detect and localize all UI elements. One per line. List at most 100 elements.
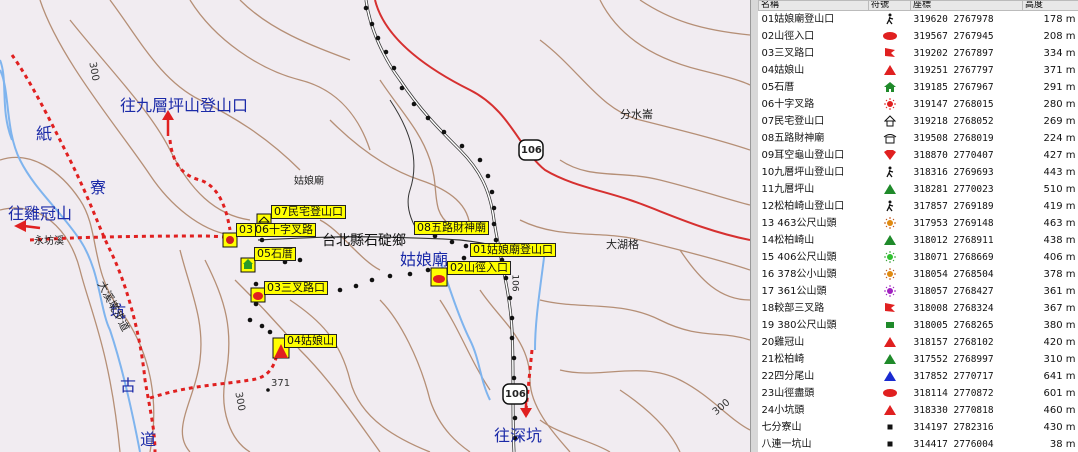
green-triangle-icon [869, 351, 911, 368]
waypoint-altitude-cell: 38 m [1049, 439, 1076, 450]
table-row[interactable]: 03三叉路口 319202 2767897 334 m [759, 45, 1078, 62]
waypoint-label-06[interactable]: 06十字叉路 [252, 223, 316, 237]
waypoint-coords-cell: 314197 2782316 [913, 422, 994, 433]
waypoint-altitude-cell: 178 m [1043, 14, 1076, 25]
table-row[interactable]: 05石厝 319185 2767967 291 m [759, 79, 1078, 96]
table-row[interactable]: 七分寮山 314197 2782316 430 m [759, 419, 1078, 436]
place-fenshui: 分水崙 [620, 108, 653, 121]
table-row[interactable]: 14松柏崎山 318012 2768911 438 m [759, 232, 1078, 249]
waypoint-altitude-cell: 208 m [1043, 31, 1076, 42]
column-header-coords[interactable]: 座標 [910, 0, 1023, 11]
table-row[interactable]: 16 378公小山頭 318054 2768504 378 m [759, 266, 1078, 283]
waypoint-name-cell: 10九層坪山登山口 [761, 167, 845, 178]
table-row[interactable]: 02山徑入口 319567 2767945 208 m [759, 28, 1078, 45]
waypoint-label-08[interactable]: 08五路財神廟 [414, 221, 489, 235]
place-guniang-temple: 姑娘廟 [294, 176, 324, 187]
waypoint-name-cell: 七分寮山 [761, 422, 802, 433]
waypoint-label-03a[interactable]: 03 [236, 223, 256, 237]
road-number-label: 106 [509, 274, 520, 292]
waypoint-altitude-cell: 460 m [1043, 405, 1076, 416]
table-row[interactable]: 18較部三叉路 318008 2768324 367 m [759, 300, 1078, 317]
waypoint-altitude-cell: 443 m [1043, 167, 1076, 178]
waypoint-name-cell: 01姑娘廟登山口 [761, 14, 835, 25]
waypoint-label-01[interactable]: 01姑娘廟登山口 [470, 243, 556, 257]
waypoint-name-cell: 八連一坑山 [761, 439, 812, 450]
waypoint-label-02[interactable]: 02山徑入口 [447, 261, 511, 275]
waypoint-name-cell: 04姑娘山 [761, 65, 805, 76]
waypoint-coords-cell: 318870 2770407 [913, 150, 994, 161]
waypoint-table: 名稱 符號 座標 高度 01姑娘廟登山口 319620 2767978 178 m0… [758, 0, 1078, 452]
table-row[interactable]: 09耳空龜山登山口 318870 2770407 427 m [759, 147, 1078, 164]
table-row[interactable]: 17 361公山頭 318057 2768427 361 m [759, 283, 1078, 300]
map-view[interactable]: 往九層坪山登山口 往雞冠山 往深坑 紙 寮 坑 古 道 姑娘廟 姑娘廟 分水崙 … [0, 0, 750, 452]
green-triangle-icon [869, 181, 911, 198]
table-row[interactable]: 23山徑盡頭 318114 2770872 601 m [759, 385, 1078, 402]
trail-char-dao: 道 [140, 430, 157, 449]
waypoint-name-cell: 22四分尾山 [761, 371, 815, 382]
waypoint-name-cell: 16 378公小山頭 [761, 269, 837, 280]
waypoint-coords-cell: 318157 2768102 [913, 337, 994, 348]
table-row[interactable]: 八連一坑山 314417 2776004 38 m [759, 436, 1078, 452]
waypoint-coords-cell: 318057 2768427 [913, 286, 994, 297]
road-shield-label: 106 [505, 389, 526, 400]
waypoint-coords-cell: 317552 2768997 [913, 354, 994, 365]
table-row[interactable]: 11九層坪山 318281 2770023 510 m [759, 181, 1078, 198]
waypoint-name-cell: 03三叉路口 [761, 48, 815, 59]
green-square-icon [869, 317, 911, 334]
black-square-icon [869, 436, 911, 452]
table-row[interactable]: 10九層坪山登山口 318316 2769693 443 m [759, 164, 1078, 181]
temple-icon [869, 130, 911, 147]
waypoint-altitude-cell: 601 m [1043, 388, 1076, 399]
table-row[interactable]: 12松柏崎山登山口 317857 2769189 419 m [759, 198, 1078, 215]
table-row[interactable]: 01姑娘廟登山口 319620 2767978 178 m [759, 11, 1078, 29]
table-row[interactable]: 06十字叉路 319147 2768015 280 m [759, 96, 1078, 113]
waypoint-name-cell: 21松柏崎 [761, 354, 805, 365]
table-row[interactable]: 13 463公尺山頭 317953 2769148 463 m [759, 215, 1078, 232]
table-row[interactable]: 08五路財神廟 319508 2768019 224 m [759, 130, 1078, 147]
table-row[interactable]: 07民宅登山口 319218 2768052 269 m [759, 113, 1078, 130]
waypoint-altitude-cell: 430 m [1043, 422, 1076, 433]
road-shield-label: 106 [521, 145, 542, 156]
orange-sun-icon [869, 266, 911, 283]
red-triangle-icon [869, 402, 911, 419]
waypoint-altitude-cell: 378 m [1043, 269, 1076, 280]
waypoint-coords-cell: 319185 2767967 [913, 82, 994, 93]
waypoint-coords-cell: 319620 2767978 [913, 14, 994, 25]
table-row[interactable]: 04姑娘山 319251 2767797 371 m [759, 62, 1078, 79]
waypoint-label-07[interactable]: 07民宅登山口 [271, 205, 346, 219]
table-row[interactable]: 21松柏崎 317552 2768997 310 m [759, 351, 1078, 368]
waypoint-coords-cell: 318008 2768324 [913, 303, 994, 314]
red-triangle-icon [869, 334, 911, 351]
green-triangle-icon [869, 232, 911, 249]
waypoint-coords-cell: 319218 2768052 [913, 116, 994, 127]
table-row[interactable]: 19 380公尺山頭 318005 2768265 380 m [759, 317, 1078, 334]
waypoint-altitude-cell: 406 m [1043, 252, 1076, 263]
house-outline-icon [869, 113, 911, 130]
waypoint-coords-cell: 318281 2770023 [913, 184, 994, 195]
waypoint-altitude-cell: 419 m [1043, 201, 1076, 212]
waypoint-label-04[interactable]: 04姑娘山 [284, 334, 337, 348]
waypoint-name-cell: 06十字叉路 [761, 99, 815, 110]
contour-lines [0, 0, 750, 452]
green-house-icon [869, 79, 911, 96]
place-county-road: 台北縣石碇鄉 [322, 233, 406, 249]
waypoint-table-panel: 名稱 符號 座標 高度 01姑娘廟登山口 319620 2767978 178 m0… [758, 0, 1078, 452]
waypoint-altitude-cell: 310 m [1043, 354, 1076, 365]
waypoint-name-cell: 15 406公尺山頭 [761, 252, 837, 263]
table-row[interactable]: 22四分尾山 317852 2770717 641 m [759, 368, 1078, 385]
waypoint-label-03[interactable]: 03三叉路口 [264, 281, 328, 295]
waypoint-coords-cell: 318114 2770872 [913, 388, 994, 399]
black-square-icon [869, 419, 911, 436]
waypoint-altitude-cell: 367 m [1043, 303, 1076, 314]
column-header-symbol[interactable]: 符號 [868, 0, 911, 11]
table-row[interactable]: 15 406公尺山頭 318071 2768669 406 m [759, 249, 1078, 266]
waypoint-label-05[interactable]: 05石厝 [254, 247, 296, 261]
table-header-row: 名稱 符號 座標 高度 [758, 0, 1078, 11]
table-row[interactable]: 20雞冠山 318157 2768102 420 m [759, 334, 1078, 351]
column-header-altitude[interactable]: 高度 [1022, 0, 1078, 11]
trail-char-liao: 寮 [90, 178, 107, 197]
column-header-name[interactable]: 名稱 [758, 0, 869, 11]
waypoint-altitude-cell: 427 m [1043, 150, 1076, 161]
table-row[interactable]: 24小坑頭 318330 2770818 460 m [759, 402, 1078, 419]
red-ellipse-icon [869, 385, 911, 402]
